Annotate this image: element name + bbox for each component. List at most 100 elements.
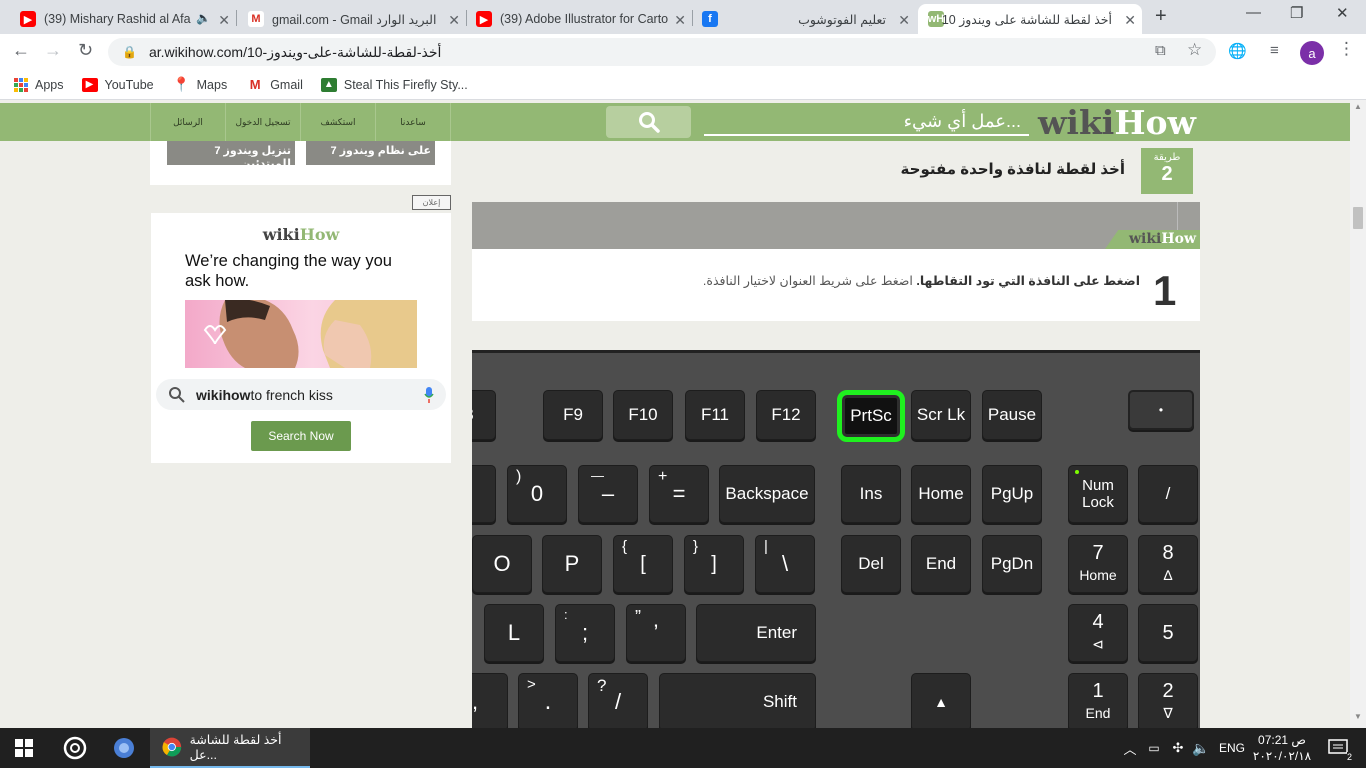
logo-how: How xyxy=(1114,103,1196,142)
related-article-1[interactable]: تنزيل ويندوز 7 للمبتدئين xyxy=(167,141,295,170)
key-label: • xyxy=(1158,403,1164,417)
new-tab-button[interactable]: + xyxy=(1155,5,1167,28)
mic-icon[interactable] xyxy=(424,386,434,403)
key-up-arrow: ▲ xyxy=(911,673,971,728)
avatar[interactable]: a xyxy=(1300,41,1324,65)
back-button[interactable]: ← xyxy=(12,40,30,61)
start-button[interactable] xyxy=(0,728,48,768)
key-label: = xyxy=(672,481,686,506)
close-icon[interactable]: ✕ xyxy=(1124,12,1136,29)
bookmark-maps[interactable]: 📍 Maps xyxy=(173,76,227,92)
taskbar-chrome-window[interactable]: أخذ لقطة للشاشة عل... xyxy=(150,728,310,768)
bookmark-gmail[interactable]: M Gmail xyxy=(247,77,303,92)
minimize-button[interactable]: — xyxy=(1246,4,1261,21)
bookmark-apps[interactable]: Apps xyxy=(14,77,64,92)
extension-icon[interactable]: 🌐 xyxy=(1228,42,1247,60)
battery-icon[interactable]: ▭ xyxy=(1144,728,1164,768)
taskbar-app-blue[interactable] xyxy=(100,728,148,768)
key-label: PgUp xyxy=(990,484,1034,503)
key-label: Pause xyxy=(987,405,1037,424)
key-label: ; xyxy=(581,620,589,645)
translate-icon[interactable]: ⧉ xyxy=(1155,42,1166,59)
key-top-label: + xyxy=(658,468,668,485)
close-icon[interactable]: ✕ xyxy=(448,12,460,29)
wikihow-logo[interactable]: wikiHow xyxy=(1038,105,1196,141)
chevron-up-icon[interactable]: ︿ xyxy=(1120,728,1140,768)
volume-icon[interactable]: 🔈 xyxy=(1190,728,1212,768)
key-period: >. xyxy=(518,673,578,728)
key-top-label: { xyxy=(622,538,628,555)
advertisement[interactable]: wikiHow We’re changing the way you ask h… xyxy=(151,213,451,463)
key-quote: ”’ xyxy=(626,604,686,662)
key-slash: ? / xyxy=(588,673,648,728)
related-title: تنزيل ويندوز 7 للمبتدئين xyxy=(214,145,291,170)
url-text: ar.wikihow.com/10-أخذ-لقطة-للشاشة-على-وي… xyxy=(148,43,442,60)
bookmark-youtube[interactable]: ▶ YouTube xyxy=(81,77,154,92)
key-3: 3 xyxy=(472,390,496,440)
bookmark-label: Apps xyxy=(35,77,64,92)
key-label: . xyxy=(544,688,552,715)
close-icon[interactable]: ✕ xyxy=(674,12,686,29)
bookmarks-bar: Apps ▶ YouTube 📍 Maps M Gmail ▲ Steal Th… xyxy=(0,70,1366,100)
bookmark-icon: ▲ xyxy=(320,77,337,92)
address-bar[interactable]: 🔒 ar.wikihow.com/10-أخذ-لقطة-للشاشة-على-… xyxy=(108,38,1216,66)
reload-button[interactable]: ↻ xyxy=(78,40,93,61)
close-icon[interactable]: ✕ xyxy=(218,12,230,29)
ad-search-box[interactable]: wikihow to french kiss xyxy=(156,379,446,410)
nav-help[interactable]: ساعدنا xyxy=(375,103,451,141)
tab-youtube-mishary[interactable]: ▶ (39) Mishary Rashid al Afa 🔈 ✕ xyxy=(8,4,236,34)
key-num1: 1 End xyxy=(1068,673,1128,728)
nav-login[interactable]: تسجيل الدخول xyxy=(225,103,300,141)
key-top-label: ” xyxy=(635,607,641,627)
key-ins: Ins xyxy=(841,465,901,523)
key-num5: 5 xyxy=(1138,604,1198,662)
nav-explore[interactable]: استكشف xyxy=(300,103,375,141)
key-label: F11 xyxy=(700,405,730,424)
search-now-button[interactable]: Search Now xyxy=(251,421,351,451)
key-f11: F11 xyxy=(685,390,745,440)
scrollbar-thumb[interactable] xyxy=(1353,207,1363,229)
forward-button[interactable]: → xyxy=(44,40,62,61)
key-label: 0 xyxy=(530,481,544,506)
close-icon[interactable]: ✕ xyxy=(898,12,910,29)
bookmark-firefly[interactable]: ▲ Steal This Firefly Sty... xyxy=(320,77,468,92)
page-scrollbar[interactable]: ▲ ▼ xyxy=(1350,100,1366,728)
key-del: Del xyxy=(841,535,901,593)
language-indicator[interactable]: ENG xyxy=(1216,728,1248,768)
chrome-icon xyxy=(162,737,182,757)
notifications-button[interactable]: 2 xyxy=(1318,728,1358,768)
youtube-icon: ▶ xyxy=(476,11,492,27)
maximize-button[interactable]: ❐ xyxy=(1290,4,1303,22)
speaker-icon[interactable]: 🔈 xyxy=(196,11,211,25)
ad-search-bold: wikihow xyxy=(196,386,251,403)
scroll-up-icon[interactable]: ▲ xyxy=(1354,102,1362,111)
windows-taskbar: أخذ لقطة للشاشة عل... ︿ ▭ ✣ 🔈 ENG 07:21 … xyxy=(0,728,1366,768)
tab-wikihow-active[interactable]: wH أخذ لقطة للشاشة على ويندوز 10 ✕ xyxy=(918,4,1142,34)
step-image-top: wikiHow xyxy=(472,202,1200,249)
media-control-icon[interactable]: ≡ xyxy=(1270,42,1279,59)
menu-icon[interactable]: ⋮ xyxy=(1338,39,1355,59)
tab-facebook[interactable]: f تعليم الفوتوشوب ✕ xyxy=(694,4,916,34)
network-icon[interactable]: ✣ xyxy=(1168,728,1188,768)
site-search-button[interactable] xyxy=(606,106,691,138)
clock[interactable]: 07:21 ص ٢٠٢٠/٠٢/١٨ xyxy=(1250,728,1314,768)
close-window-button[interactable]: ✕ xyxy=(1336,4,1349,22)
site-search-input[interactable]: عمل أي شيء... xyxy=(704,106,1029,136)
key-sub-label: End xyxy=(1085,705,1111,721)
bookmark-star-icon[interactable]: ☆ xyxy=(1187,40,1202,60)
key-top-label: ) xyxy=(516,468,522,485)
related-article-2[interactable]: على نظام ويندوز 7 xyxy=(306,141,435,165)
key-label: Scr Lk xyxy=(916,405,966,424)
key-label: 3 xyxy=(472,405,474,425)
tab-youtube-illustrator[interactable]: ▶ (39) Adobe Illustrator for Carto ✕ xyxy=(468,4,692,34)
key-f12: F12 xyxy=(756,390,816,440)
key-0: ) 0 xyxy=(507,465,567,523)
scroll-down-icon[interactable]: ▼ xyxy=(1354,712,1362,721)
notification-icon xyxy=(1328,739,1348,754)
nav-messages[interactable]: الرسائل xyxy=(150,103,225,141)
ad-label[interactable]: إعلان xyxy=(412,195,451,210)
key-scrlk: Scr Lk xyxy=(911,390,971,440)
tab-gmail[interactable]: M gmail.com - Gmail البريد الوارد ✕ xyxy=(238,4,466,34)
watermark-how: How xyxy=(1161,231,1196,247)
cortana-button[interactable] xyxy=(52,728,98,768)
